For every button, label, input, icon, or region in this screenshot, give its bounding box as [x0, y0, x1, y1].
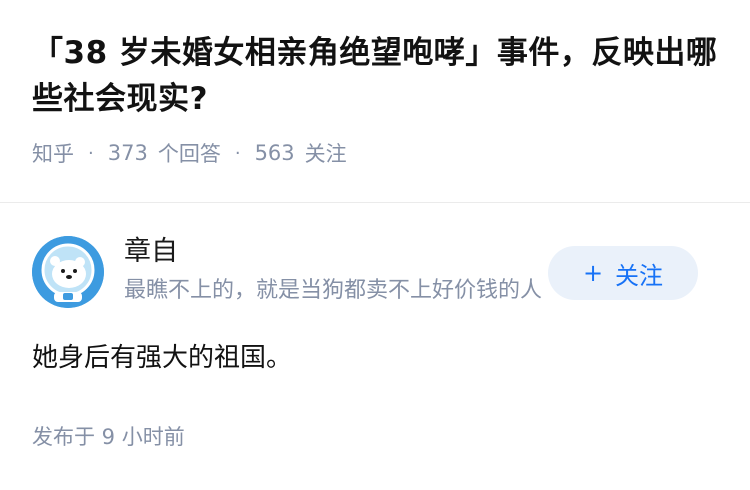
- section-divider: [0, 202, 750, 203]
- answer-content[interactable]: 她身后有强大的祖国。: [32, 338, 292, 378]
- question-source[interactable]: 知乎: [32, 138, 74, 168]
- follow-button[interactable]: + 关注: [548, 246, 698, 300]
- question-title[interactable]: 「38 岁未婚女相亲角绝望咆哮」事件，反映出哪些社会现实?: [32, 30, 722, 122]
- follow-button-label: 关注: [615, 261, 664, 290]
- meta-separator-dot: ·: [234, 142, 241, 164]
- meta-separator-dot: ·: [88, 142, 94, 164]
- plus-icon: +: [582, 259, 604, 287]
- zhihu-question-page: 「38 岁未婚女相亲角绝望咆哮」事件，反映出哪些社会现实? 知乎 · 373 个…: [0, 0, 750, 490]
- answer-count: 373: [107, 141, 148, 165]
- author-name[interactable]: 章自: [124, 234, 178, 270]
- avatar[interactable]: [32, 236, 104, 308]
- answer-publish-time: 发布于 9 小时前: [32, 425, 185, 449]
- follower-count-label: 关注: [304, 142, 347, 166]
- follower-count: 563: [254, 141, 295, 165]
- answer-count-label: 个回答: [157, 142, 221, 166]
- polar-bear-astronaut-avatar-icon: [32, 236, 104, 308]
- answer-author-card: 章自 最瞧不上的，就是当狗都卖不上好价钱的人 + 关注: [32, 234, 718, 310]
- author-bio: 最瞧不上的，就是当狗都卖不上好价钱的人: [124, 278, 543, 303]
- question-meta: 知乎 · 373 个回答 · 563 关注: [32, 138, 722, 168]
- question-header: 「38 岁未婚女相亲角绝望咆哮」事件，反映出哪些社会现实? 知乎 · 373 个…: [32, 30, 722, 168]
